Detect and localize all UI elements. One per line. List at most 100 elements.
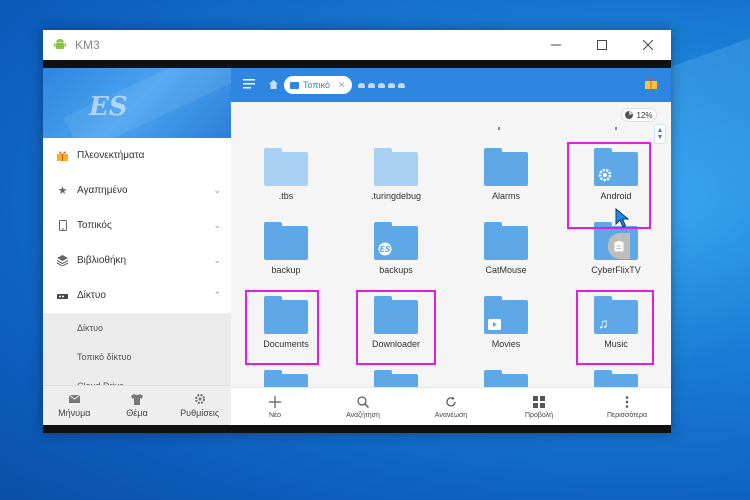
file-item[interactable]: CatMouse	[451, 218, 561, 292]
search-icon	[357, 395, 369, 409]
theme-label: Θέμα	[126, 408, 148, 418]
folder-icon	[264, 222, 308, 260]
messages-button[interactable]: Μήνυμα	[43, 386, 106, 425]
file-name: backup	[271, 265, 301, 275]
messages-label: Μήνυμα	[58, 408, 91, 418]
floating-clipboard-tab[interactable]	[608, 233, 630, 259]
mouse-cursor-icon	[615, 208, 629, 228]
scroll-indicator[interactable]: ▲ ▼	[654, 124, 666, 144]
file-item[interactable]: .turingdebug	[341, 144, 451, 218]
emulator-top-bar	[43, 60, 671, 68]
sidebar-item-network[interactable]: Δίκτυο ⌃	[43, 278, 231, 313]
path-tab-local[interactable]: Τοπικό ✕	[284, 76, 352, 94]
sidebar-subitem-network[interactable]: Δίκτυο	[43, 313, 231, 342]
refresh-label: Ανανέωση	[434, 411, 468, 419]
maximize-button[interactable]	[579, 30, 625, 60]
new-button[interactable]: Νέο	[231, 388, 319, 425]
file-item[interactable]: Alarms	[451, 144, 561, 218]
search-label: Αναζήτηση	[346, 411, 380, 419]
more-vertical-icon	[625, 395, 629, 409]
sidebar-item-features[interactable]: Πλεονεκτήματα	[43, 138, 231, 173]
file-name: backups	[379, 265, 413, 275]
sidebar-subitem-lan[interactable]: Τοπικό δίκτυο	[43, 342, 231, 371]
close-icon	[643, 40, 653, 50]
file-name: .turingdebug	[370, 191, 422, 201]
clipboard-icon	[614, 240, 624, 251]
pie-icon	[625, 111, 634, 119]
chevron-down-icon: ⌄	[213, 255, 221, 265]
refresh-icon	[445, 395, 457, 409]
highlight-box-android	[567, 142, 651, 229]
file-name: .tbs	[278, 191, 294, 201]
file-item[interactable]	[341, 366, 451, 387]
folder-icon	[484, 296, 528, 334]
more-button[interactable]: Περισσότερα	[583, 388, 671, 425]
highlight-box-music	[576, 290, 654, 365]
folder-icon	[264, 148, 308, 186]
refresh-button[interactable]: Ανανέωση	[407, 388, 495, 425]
network-icon	[57, 290, 68, 301]
sidebar-item-favorites[interactable]: ★ Αγαπημένο ⌄	[43, 173, 231, 208]
storage-usage-value: 12%	[636, 110, 653, 120]
sidebar-item-label: Αγαπημένο	[77, 185, 128, 196]
home-icon[interactable]	[269, 76, 278, 94]
path-tab-label: Τοπικό	[303, 80, 330, 90]
folder-icon	[374, 148, 418, 186]
gift-icon	[57, 150, 68, 161]
device-icon	[290, 81, 299, 89]
app-window: KM3 ES Πλεονεκτήματα ★ Αγαπημένο ⌄ Τοπικ…	[43, 30, 671, 433]
star-icon: ★	[57, 185, 68, 197]
settings-label: Ρυθμίσεις	[180, 408, 220, 418]
close-button[interactable]	[625, 30, 671, 60]
storage-usage-badge[interactable]: 12%	[621, 108, 657, 122]
file-grid-area: 12% ▲ ▼ .tbs .turingdebug Alarms Android…	[231, 102, 671, 387]
main-panel: Τοπικό ✕ 12% ▲ ▼ .tbs .turingdebug Alarm…	[231, 68, 671, 425]
sidebar-item-label: Βιβλιοθήκη	[77, 255, 127, 266]
title-bar: KM3	[43, 30, 671, 60]
file-item[interactable]: ES backups	[341, 218, 451, 292]
layers-icon	[57, 255, 68, 266]
chevron-down-icon: ⌄	[213, 185, 221, 195]
file-item[interactable]: .tbs	[231, 144, 341, 218]
new-label: Νέο	[268, 411, 282, 419]
search-button[interactable]: Αναζήτηση	[319, 388, 407, 425]
maximize-icon	[597, 40, 607, 50]
storage-indicators	[357, 82, 405, 88]
folder-icon	[484, 370, 528, 387]
close-tab-icon[interactable]: ✕	[338, 80, 346, 91]
settings-button[interactable]: Ρυθμίσεις	[168, 386, 231, 425]
minimize-button[interactable]	[533, 30, 579, 60]
file-item[interactable]	[231, 366, 341, 387]
file-item[interactable]: Movies	[451, 292, 561, 366]
svg-text:ES: ES	[379, 245, 390, 254]
folder-icon: ES	[374, 222, 418, 260]
bottom-toolbar: Νέο Αναζήτηση Ανανέωση Προβολή Περισσότε…	[231, 387, 671, 425]
file-name: CatMouse	[485, 265, 527, 275]
shirt-icon	[131, 393, 143, 405]
file-item[interactable]: backup	[231, 218, 341, 292]
theme-button[interactable]: Θέμα	[106, 386, 169, 425]
view-button[interactable]: Προβολή	[495, 388, 583, 425]
sidebar-bottom-bar: Μήνυμα Θέμα Ρυθμίσεις	[43, 385, 231, 425]
file-item[interactable]	[451, 366, 561, 387]
gear-icon	[194, 393, 206, 405]
grid-view-icon	[533, 395, 545, 409]
file-manager-app: ES Πλεονεκτήματα ★ Αγαπημένο ⌄ Τοπικός ⌄	[43, 68, 671, 425]
file-item[interactable]	[561, 366, 671, 387]
folder-icon	[594, 370, 638, 387]
gift-icon[interactable]	[645, 76, 657, 94]
more-label: Περισσότερα	[606, 411, 648, 419]
menu-icon[interactable]	[243, 76, 255, 94]
file-name: CyberFlixTV	[591, 265, 641, 275]
android-icon	[54, 39, 66, 49]
minimize-icon	[551, 44, 561, 46]
file-name: Movies	[491, 339, 521, 349]
highlight-box-documents	[245, 290, 319, 365]
sidebar-item-local[interactable]: Τοπικός ⌄	[43, 208, 231, 243]
folder-icon	[374, 370, 418, 387]
highlight-box-downloader	[356, 290, 436, 365]
sidebar-item-library[interactable]: Βιβλιοθήκη ⌄	[43, 243, 231, 278]
folder-icon	[484, 148, 528, 186]
top-toolbar: Τοπικό ✕	[231, 68, 671, 102]
file-name: Alarms	[491, 191, 520, 201]
